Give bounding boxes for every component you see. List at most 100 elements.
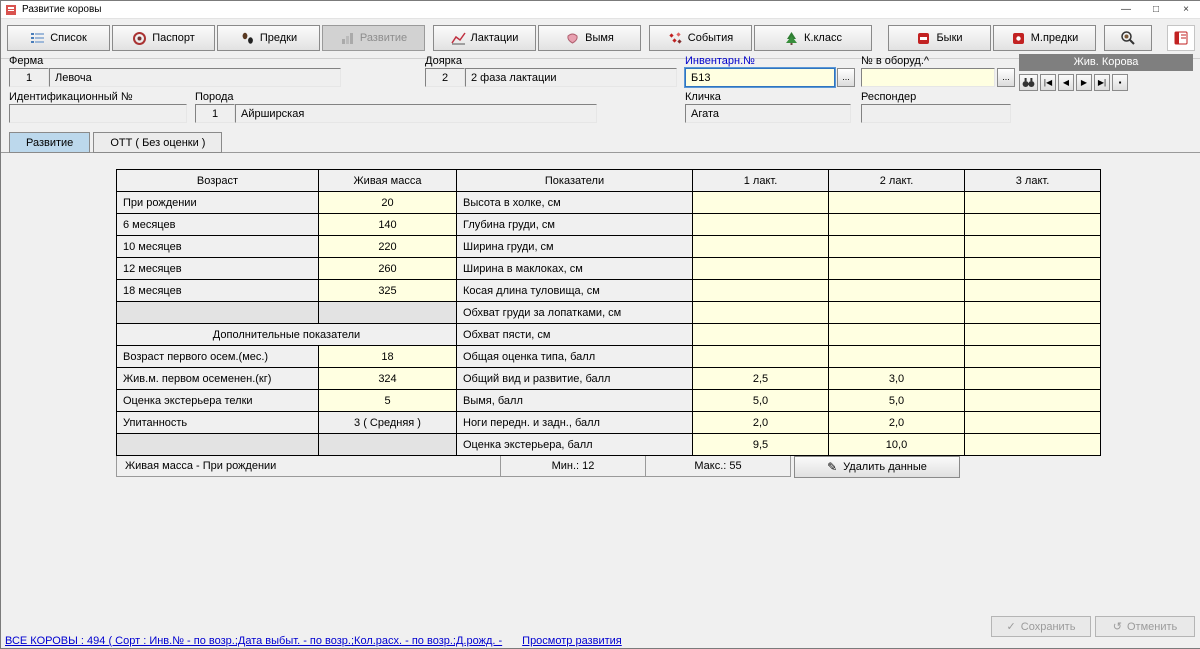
- mass-cell[interactable]: 325: [319, 280, 457, 302]
- inventory-number-field[interactable]: [685, 68, 835, 87]
- mass-cell[interactable]: 18: [319, 346, 457, 368]
- equipment-browse-button[interactable]: ...: [997, 68, 1015, 87]
- lact3-cell[interactable]: [965, 214, 1101, 236]
- table-row: 10 месяцев 220 Ширина груди, см: [117, 236, 1101, 258]
- cancel-button[interactable]: ↺ Отменить: [1095, 616, 1195, 637]
- lact3-cell[interactable]: [965, 412, 1101, 434]
- lact3-cell[interactable]: [965, 258, 1101, 280]
- lact1-cell[interactable]: 5,0: [693, 390, 829, 412]
- magnifier-cow-icon: [1120, 30, 1136, 46]
- inventory-browse-button[interactable]: ...: [837, 68, 855, 87]
- find-cow-button[interactable]: [1104, 25, 1152, 51]
- lact1-cell[interactable]: 9,5: [693, 434, 829, 456]
- lact3-cell[interactable]: [965, 346, 1101, 368]
- responder-label: Респондер: [861, 91, 916, 105]
- mass-cell[interactable]: 140: [319, 214, 457, 236]
- save-button[interactable]: ✓ Сохранить: [991, 616, 1091, 637]
- delete-icon: ✎: [827, 460, 837, 474]
- responder-field[interactable]: [861, 104, 1011, 123]
- toolbar-button-class[interactable]: К.класс: [754, 25, 872, 51]
- lact2-cell[interactable]: [829, 280, 965, 302]
- report-button[interactable]: [1167, 25, 1195, 51]
- first-record-button[interactable]: |◀: [1040, 74, 1056, 91]
- farm-code-field[interactable]: [9, 68, 49, 87]
- toolbar-button-maternal-ancestors[interactable]: М.предки: [993, 25, 1096, 51]
- indicator-cell: Общий вид и развитие, балл: [457, 368, 693, 390]
- toolbar-button-bulls[interactable]: Быки: [888, 25, 991, 51]
- mass-cell[interactable]: 324: [319, 368, 457, 390]
- window-controls: — □ ×: [1111, 1, 1200, 18]
- mass-cell[interactable]: 3 ( Средняя ): [319, 412, 457, 434]
- toolbar-button-lactations[interactable]: Лактации: [433, 25, 536, 51]
- lact3-cell[interactable]: [965, 324, 1101, 346]
- toolbar-button-ancestors[interactable]: Предки: [217, 25, 320, 51]
- development-icon: [340, 31, 355, 46]
- toolbar-button-udder[interactable]: Вымя: [538, 25, 641, 51]
- mass-cell[interactable]: 220: [319, 236, 457, 258]
- identification-field[interactable]: [9, 104, 187, 123]
- mass-cell[interactable]: 20: [319, 192, 457, 214]
- breed-name-field[interactable]: [235, 104, 597, 123]
- lact3-cell[interactable]: [965, 434, 1101, 456]
- close-button[interactable]: ×: [1171, 1, 1200, 18]
- lact1-cell[interactable]: [693, 214, 829, 236]
- lact1-cell[interactable]: [693, 258, 829, 280]
- lact2-cell[interactable]: [829, 346, 965, 368]
- lact3-cell[interactable]: [965, 302, 1101, 324]
- table-row: 12 месяцев 260 Ширина в маклоках, см: [117, 258, 1101, 280]
- status-mode-text: Просмотр развития: [522, 635, 622, 647]
- lact3-cell[interactable]: [965, 192, 1101, 214]
- breed-code-field[interactable]: [195, 104, 235, 123]
- lact2-cell[interactable]: 3,0: [829, 368, 965, 390]
- mass-cell[interactable]: 260: [319, 258, 457, 280]
- inventory-number-label[interactable]: Инвентарн.№: [685, 55, 755, 69]
- lact3-cell[interactable]: [965, 280, 1101, 302]
- next-record-button[interactable]: ▶: [1076, 74, 1092, 91]
- toolbar-button-development[interactable]: Развитие: [322, 25, 425, 51]
- lact2-cell[interactable]: [829, 302, 965, 324]
- lact3-cell[interactable]: [965, 368, 1101, 390]
- breed-label: Порода: [195, 91, 234, 105]
- lact1-cell[interactable]: 2,5: [693, 368, 829, 390]
- lact1-cell[interactable]: [693, 192, 829, 214]
- lact2-cell[interactable]: 5,0: [829, 390, 965, 412]
- lact1-cell[interactable]: [693, 346, 829, 368]
- equipment-number-field[interactable]: [861, 68, 995, 87]
- lact1-cell[interactable]: [693, 302, 829, 324]
- nickname-field[interactable]: [685, 104, 851, 123]
- farm-name-field[interactable]: [49, 68, 341, 87]
- milkmaid-code-field[interactable]: [425, 68, 465, 87]
- age-cell: Упитанность: [117, 412, 319, 434]
- ancestors-icon: [240, 31, 255, 46]
- tab-development[interactable]: Развитие: [9, 132, 90, 153]
- lact3-cell[interactable]: [965, 390, 1101, 412]
- milkmaid-name-field[interactable]: [465, 68, 677, 87]
- lact2-cell[interactable]: [829, 324, 965, 346]
- lact3-cell[interactable]: [965, 236, 1101, 258]
- maternal-ancestors-icon: [1011, 31, 1026, 46]
- last-record-button[interactable]: ▶|: [1094, 74, 1110, 91]
- tab-ott[interactable]: ОТТ ( Без оценки ): [93, 132, 222, 153]
- lact1-cell[interactable]: [693, 236, 829, 258]
- delete-data-label: Удалить данные: [843, 461, 927, 473]
- search-record-button[interactable]: [1019, 74, 1038, 91]
- minimize-button[interactable]: —: [1111, 1, 1141, 18]
- lact1-cell[interactable]: [693, 280, 829, 302]
- lact2-cell[interactable]: 10,0: [829, 434, 965, 456]
- lact2-cell[interactable]: [829, 192, 965, 214]
- lact2-cell[interactable]: [829, 258, 965, 280]
- toolbar-button-events[interactable]: События: [649, 25, 752, 51]
- lact1-cell[interactable]: 2,0: [693, 412, 829, 434]
- maximize-button[interactable]: □: [1141, 1, 1171, 18]
- toolbar-button-list[interactable]: Список: [7, 25, 110, 51]
- lact2-cell[interactable]: [829, 214, 965, 236]
- toolbar-button-passport[interactable]: Паспорт: [112, 25, 215, 51]
- lact2-cell[interactable]: 2,0: [829, 412, 965, 434]
- more-records-button[interactable]: ▪: [1112, 74, 1128, 91]
- lact1-cell[interactable]: [693, 324, 829, 346]
- delete-data-button[interactable]: ✎ Удалить данные: [794, 456, 960, 478]
- prev-record-button[interactable]: ◀: [1058, 74, 1074, 91]
- mass-cell[interactable]: 5: [319, 390, 457, 412]
- age-cell: Жив.м. первом осеменен.(кг): [117, 368, 319, 390]
- lact2-cell[interactable]: [829, 236, 965, 258]
